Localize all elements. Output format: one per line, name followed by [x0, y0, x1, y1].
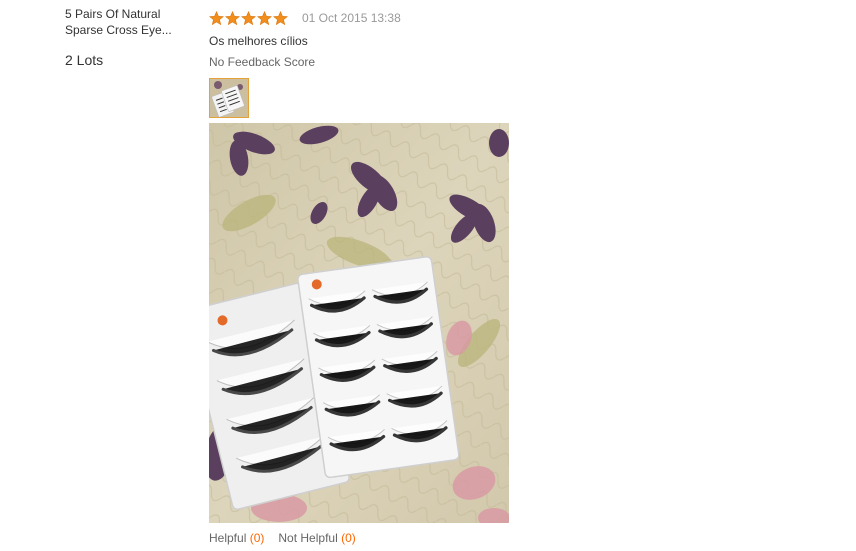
star-icon: [273, 10, 288, 25]
review-text: Os melhores cílios: [209, 34, 308, 48]
review-photo-thumbnail[interactable]: [209, 78, 249, 118]
not-helpful-count: (0): [341, 531, 356, 545]
star-icon: [241, 10, 256, 25]
review-photo[interactable]: [209, 123, 509, 523]
feedback-score: No Feedback Score: [209, 55, 316, 69]
review-block: 01 Oct 2015 13:38 Os melhores cílios No …: [209, 8, 609, 70]
product-name-link[interactable]: 5 Pairs Of Natural Sparse Cross Eye...: [65, 6, 190, 38]
star-rating: [209, 10, 288, 26]
star-icon: [257, 10, 272, 25]
helpful-link[interactable]: Helpful (0): [209, 531, 264, 545]
review-date: 01 Oct 2015 13:38: [302, 11, 401, 25]
lash-trays-on-floral-fabric-image: [209, 123, 509, 523]
not-helpful-link[interactable]: Not Helpful (0): [278, 531, 355, 545]
product-quantity: 2 Lots: [65, 52, 104, 68]
helpful-voting: Helpful (0) Not Helpful (0): [209, 531, 356, 545]
helpful-label: Helpful: [209, 531, 247, 545]
helpful-count: (0): [249, 531, 265, 545]
product-info: 5 Pairs Of Natural Sparse Cross Eye... 2…: [65, 6, 190, 68]
star-icon: [209, 10, 224, 25]
lash-tray-thumbnail-image: [210, 79, 248, 117]
star-icon: [225, 10, 240, 25]
not-helpful-label: Not Helpful: [278, 531, 338, 545]
